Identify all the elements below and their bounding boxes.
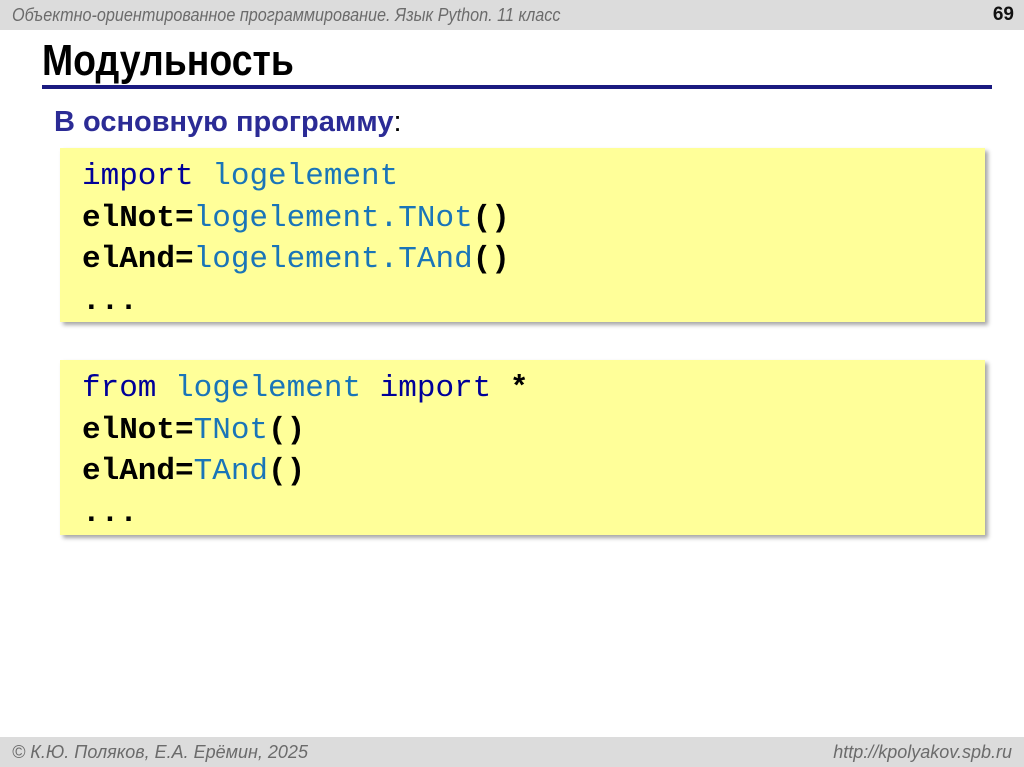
code-line: elAnd=TAnd(): [82, 451, 985, 493]
code-text: elNot: [82, 412, 176, 448]
code-identifier: logelement: [212, 159, 399, 194]
code-text: elNot: [82, 200, 176, 236]
code-keyword: import: [82, 159, 194, 194]
code-text: elAnd: [82, 242, 176, 277]
code-text: ...: [82, 283, 138, 319]
code-line: elAnd=logelement.TAnd(): [82, 239, 985, 281]
subtitle-text: В основную программу: [54, 106, 394, 138]
code-identifier: TNot: [193, 412, 269, 448]
course-title: Объектно-ориентированное программировани…: [12, 5, 561, 25]
code-text: =: [175, 242, 194, 277]
subtitle: В основную программу:: [54, 106, 402, 139]
code-text: =: [175, 454, 194, 489]
code-keyword: from: [82, 371, 157, 406]
code-text: (): [472, 242, 510, 277]
code-line: ...: [82, 281, 985, 323]
site-url[interactable]: http://kpolyakov.spb.ru: [833, 742, 1012, 763]
code-identifier: logelement.TNot: [193, 200, 473, 236]
code-identifier: logelement.TAnd: [193, 242, 473, 277]
footer-bar: © К.Ю. Поляков, Е.А. Ерёмин, 2025 http:/…: [0, 737, 1024, 767]
code-text: =: [175, 200, 194, 236]
code-text: elAnd: [82, 454, 176, 489]
code-text: ...: [82, 495, 138, 531]
header-bar: Объектно-ориентированное программировани…: [0, 0, 1024, 30]
code-identifier: TAnd: [193, 454, 269, 489]
code-identifier: logelement: [175, 371, 362, 406]
subtitle-colon: :: [393, 106, 402, 138]
slide-title: Модульность: [42, 36, 294, 85]
code-line: ...: [82, 493, 985, 535]
slide-number: 69: [992, 4, 1014, 25]
code-text: =: [175, 412, 194, 448]
code-line: elNot=logelement.TNot(): [82, 198, 985, 240]
code-text: (): [472, 200, 510, 236]
code-text: (): [268, 412, 306, 448]
title-divider: [42, 85, 992, 89]
code-line: from logelement import *: [82, 368, 985, 410]
code-block-from-import: from logelement import * elNot=TNot() elAn…: [60, 360, 985, 535]
code-text: *: [491, 371, 529, 406]
code-keyword: import: [379, 371, 492, 406]
code-line: import logelement: [82, 156, 985, 198]
code-line: elNot=TNot(): [82, 410, 985, 452]
code-text: (): [268, 454, 306, 489]
copyright: © К.Ю. Поляков, Е.А. Ерёмин, 2025: [12, 742, 308, 762]
code-block-import-module: import logelement elNot=logelement.TNot()…: [60, 148, 985, 322]
